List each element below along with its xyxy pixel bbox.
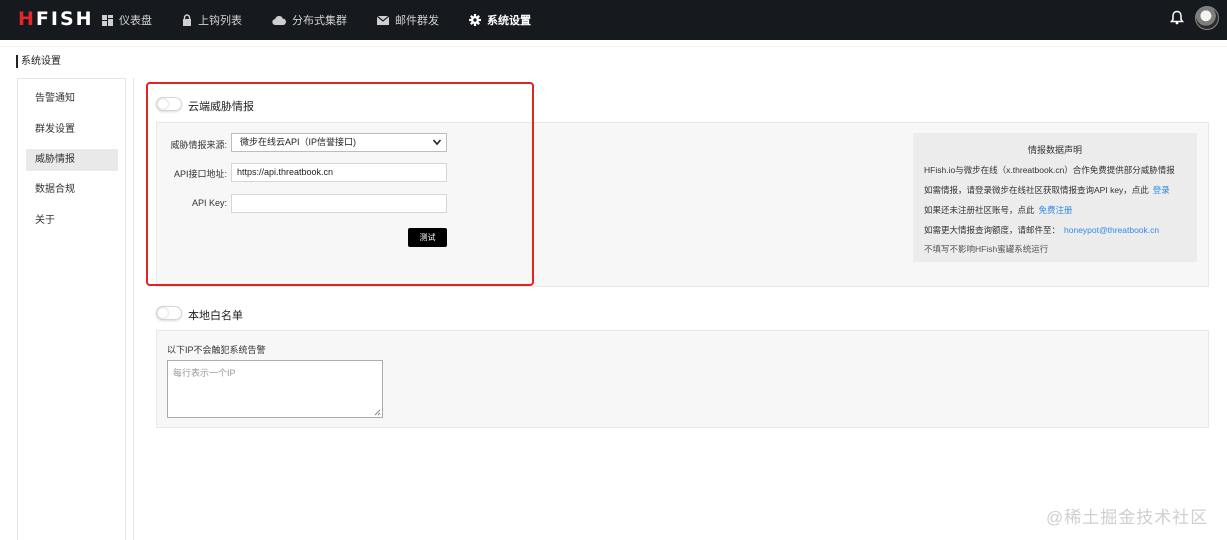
notice-line-1: HFish.io与微步在线（x.threatbook.cn）合作免费提供部分威胁… <box>924 165 1175 175</box>
notice-line-3: 如果还未注册社区账号，点此 免费注册 <box>924 205 1073 215</box>
register-link[interactable]: 免费注册 <box>1039 205 1073 215</box>
nav-hooked-list[interactable]: 上钩列表 <box>182 0 242 40</box>
top-navbar: H FISH 仪表盘 上钩列表 分布式集群 邮件群发 系统设置 <box>0 0 1227 40</box>
lock-icon <box>183 14 191 26</box>
whitelist-placeholder: 每行表示一个IP <box>173 368 236 378</box>
sidebar-item-about[interactable]: 关于 <box>26 210 118 232</box>
nav-dashboard[interactable]: 仪表盘 <box>102 0 152 40</box>
bell-icon[interactable] <box>1170 10 1184 25</box>
whitelist-toggle[interactable] <box>156 306 182 320</box>
nav-cluster[interactable]: 分布式集群 <box>272 0 347 40</box>
highlight-box <box>146 82 534 286</box>
sidebar-item-bulk-settings[interactable]: 群发设置 <box>26 119 118 141</box>
intel-notice: 情报数据声明 HFish.io与微步在线（x.threatbook.cn）合作免… <box>913 133 1197 262</box>
dashboard-icon <box>102 14 113 26</box>
settings-sidebar: 告警通知 群发设置 威胁情报 数据合规 关于 <box>17 78 126 540</box>
resize-handle-icon[interactable] <box>374 409 381 416</box>
notice-line-4: 如需更大情报查询额度，请邮件至： honeypot@threatbook.cn <box>924 225 1160 235</box>
watermark: @稀土掘金技术社区 <box>1046 508 1209 527</box>
notice-title: 情报数据声明 <box>1027 145 1082 155</box>
mail-icon <box>377 15 389 25</box>
notice-line-2: 如需情报，请登录微步在线社区获取情报查询API key，点此 登录 <box>924 185 1170 195</box>
nav-mail[interactable]: 邮件群发 <box>377 0 439 40</box>
whitelist-title: 本地白名单 <box>188 310 243 322</box>
whitelist-label: 以下IP不会触犯系统告警 <box>167 345 266 355</box>
page-title: 系统设置 <box>16 55 61 68</box>
sidebar-item-alerts[interactable]: 告警通知 <box>26 88 118 110</box>
sidebar-item-threat-intel[interactable]: 威胁情报 <box>26 149 118 171</box>
divider <box>0 46 1227 47</box>
gear-icon <box>469 14 481 26</box>
hfish-logo[interactable]: H FISH <box>18 8 94 30</box>
whitelist-textarea[interactable]: 每行表示一个IP <box>167 360 383 418</box>
login-link[interactable]: 登录 <box>1153 185 1170 195</box>
user-avatar[interactable] <box>1195 6 1219 30</box>
content-border <box>133 78 134 540</box>
email-link[interactable]: honeypot@threatbook.cn <box>1064 225 1159 235</box>
nav-settings[interactable]: 系统设置 <box>469 0 531 40</box>
cloud-icon <box>272 16 286 25</box>
notice-line-5: 不填写不影响HFish蜜罐系统运行 <box>924 244 1049 254</box>
sidebar-item-compliance[interactable]: 数据合规 <box>26 179 118 201</box>
main-nav: 仪表盘 上钩列表 分布式集群 邮件群发 系统设置 <box>102 0 561 40</box>
